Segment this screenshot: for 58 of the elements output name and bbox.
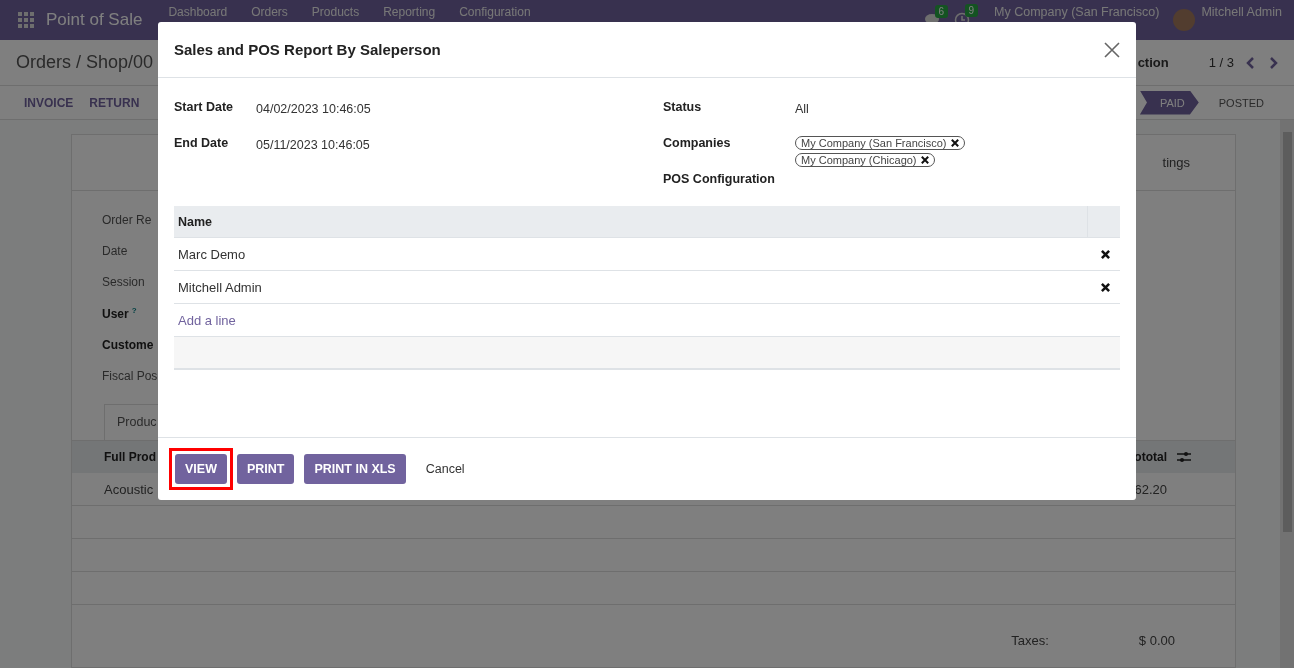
- field-label: User $^{?}$: [102, 306, 137, 321]
- settings-icon[interactable]: [1177, 451, 1191, 463]
- field-label: Order Re: [102, 213, 152, 227]
- menu-item[interactable]: Orders: [251, 6, 288, 19]
- message-count: 6: [934, 5, 949, 18]
- table-cell: Mitchell Admin: [178, 279, 262, 295]
- delete-button[interactable]: [1101, 282, 1110, 292]
- company-switcher[interactable]: My Company (San Francisco): [994, 6, 1160, 19]
- field-label: End Date: [174, 136, 230, 150]
- status-stage[interactable]: PAID: [1139, 90, 1199, 115]
- menu-item[interactable]: Products: [311, 6, 360, 19]
- activity-count: 9: [964, 4, 979, 17]
- delete-icon: [1101, 282, 1110, 292]
- date-field[interactable]: 05/11/2023 10:46:05: [256, 136, 663, 152]
- report-button[interactable]: PRINT IN XLS: [304, 454, 406, 484]
- menu-item[interactable]: Reporting: [383, 6, 436, 19]
- scrollbar[interactable]: [1280, 120, 1294, 668]
- add-line-link[interactable]: Add a line: [178, 312, 236, 328]
- apps-menu-icon[interactable]: [18, 12, 34, 28]
- status-action-button[interactable]: RETURN: [81, 95, 148, 110]
- field-label: POS Configuration: [663, 172, 776, 186]
- menu-item[interactable]: Configuration: [459, 6, 531, 19]
- column-header: Full Prod: [104, 450, 156, 464]
- report-button[interactable]: PRINT: [236, 454, 295, 484]
- action-menu[interactable]: ction: [1137, 55, 1169, 70]
- field-label: Companies: [663, 136, 732, 150]
- field-label: Fiscal Pos: [102, 369, 158, 383]
- previous-icon[interactable]: [1246, 56, 1256, 69]
- date-field[interactable]: 04/02/2023 10:46:05: [256, 100, 663, 116]
- taxes-label: Taxes:: [1011, 633, 1049, 648]
- field-label: Status: [663, 100, 703, 114]
- remove-icon: [950, 139, 959, 147]
- delete-icon: [1101, 249, 1110, 259]
- remove-icon: [920, 156, 929, 164]
- cancel-button[interactable]: Cancel: [415, 454, 475, 484]
- field-label: Start Date: [174, 100, 235, 114]
- field-label: Custome: [102, 338, 154, 352]
- breadcrumb: Orders / Shop/00: [16, 52, 154, 73]
- app-name: Point of Sale: [46, 10, 143, 30]
- close-button[interactable]: [1104, 41, 1120, 58]
- user-menu[interactable]: Mitchell Admin: [1201, 6, 1282, 19]
- field-label: Session: [102, 275, 145, 289]
- column-header: Name: [178, 214, 213, 229]
- taxes-value: $ 0.00: [1138, 633, 1175, 648]
- pager: 1 / 3: [1208, 55, 1234, 70]
- menu-item[interactable]: Dashboard: [168, 6, 228, 19]
- delete-button[interactable]: [1101, 249, 1110, 259]
- dialog-title: Sales and POS Report By Saleperson: [174, 41, 441, 58]
- sheet-tab[interactable]: tings: [1162, 155, 1190, 170]
- table-cell: Acoustic: [104, 481, 154, 497]
- report-button[interactable]: VIEW: [175, 454, 227, 484]
- status-stage[interactable]: POSTED: [1198, 90, 1278, 115]
- table-cell: Marc Demo: [178, 246, 246, 262]
- status-action-button[interactable]: INVOICE: [16, 95, 82, 110]
- field-label: Date: [102, 244, 128, 258]
- status-field[interactable]: All: [795, 100, 1120, 116]
- next-icon[interactable]: [1268, 56, 1278, 69]
- column-header: ototal: [1134, 450, 1167, 464]
